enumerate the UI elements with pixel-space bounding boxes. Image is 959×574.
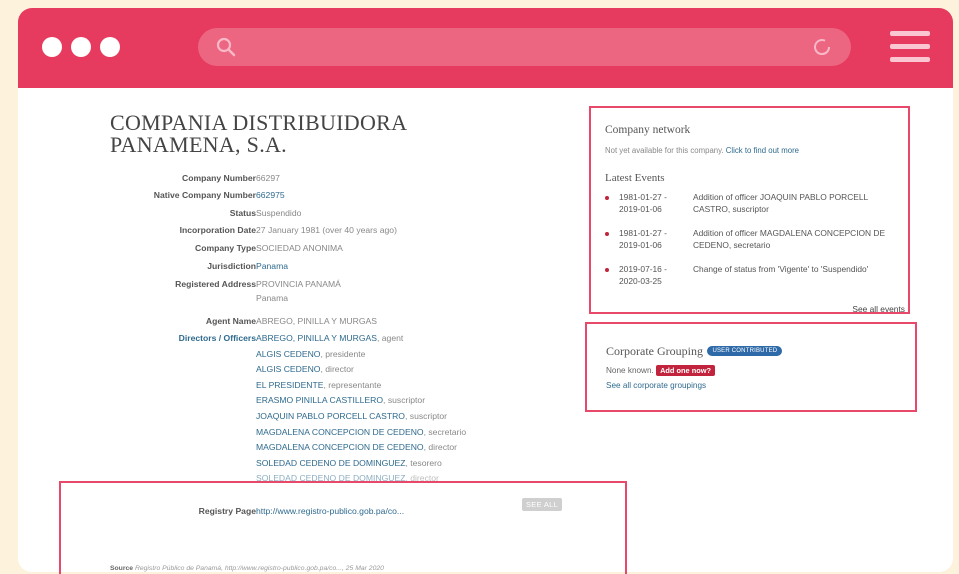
- directors-label: Directors / Officers: [178, 333, 256, 343]
- officer-item: ERASMO PINILLA CASTILLERO, suscriptor: [256, 393, 466, 409]
- officer-link[interactable]: ERASMO PINILLA CASTILLERO: [256, 395, 383, 405]
- officer-role: , suscriptor: [405, 410, 448, 421]
- address-bar[interactable]: [198, 28, 851, 66]
- status-value: Suspendido: [256, 208, 302, 218]
- officer-item: EL PRESIDENTE, representante: [256, 378, 466, 394]
- window-close-dot[interactable]: [42, 37, 62, 57]
- officer-item: ALGIS CEDENO, director: [256, 362, 466, 378]
- company-title: COMPANIA DISTRIBUIDORA PANAMENA, S.A.: [110, 112, 580, 156]
- native-number-label: Native Company Number: [153, 190, 256, 200]
- officer-link[interactable]: EL PRESIDENTE: [256, 380, 324, 390]
- company-title-line1: COMPANIA DISTRIBUIDORA: [110, 110, 408, 135]
- reload-icon[interactable]: [810, 35, 834, 59]
- officer-item: MAGDALENA CONCEPCION DE CEDENO, secretar…: [256, 425, 466, 441]
- officer-role: , director: [320, 364, 354, 375]
- highlight-box-network: [589, 106, 910, 314]
- officer-link[interactable]: MAGDALENA CONCEPCION DE CEDENO: [256, 442, 424, 452]
- officer-role: , tesorero: [405, 457, 442, 468]
- officer-item: ALGIS CEDENO, presidente: [256, 347, 466, 363]
- address-line2: Panama: [256, 293, 289, 303]
- company-type-value: SOCIEDAD ANONIMA: [256, 243, 343, 253]
- officer-link[interactable]: JOAQUIN PABLO PORCELL CASTRO: [256, 411, 405, 421]
- search-icon[interactable]: [214, 35, 238, 59]
- officer-link[interactable]: ABREGO, PINILLA Y MURGAS: [256, 333, 377, 343]
- officer-item: JOAQUIN PABLO PORCELL CASTRO, suscriptor: [256, 409, 466, 425]
- native-number-link[interactable]: 662975: [256, 190, 285, 200]
- officer-role: , presidente: [320, 348, 366, 359]
- jurisdiction-link[interactable]: Panama: [256, 261, 288, 271]
- address-label: Registered Address: [175, 279, 256, 289]
- company-number-label: Company Number: [181, 173, 256, 183]
- officer-role: , director: [423, 442, 458, 453]
- jurisdiction-label: Jurisdiction: [207, 261, 256, 271]
- highlight-box-registry: [59, 481, 627, 574]
- officer-link[interactable]: ALGIS CEDENO: [256, 364, 320, 374]
- officer-role: , representante: [323, 379, 382, 390]
- browser-titlebar: [18, 8, 953, 88]
- agent-value: ABREGO, PINILLA Y MURGAS: [256, 316, 377, 326]
- agent-label: Agent Name: [205, 316, 256, 326]
- officer-list: ABREGO, PINILLA Y MURGAS, agent ALGIS CE…: [256, 331, 466, 487]
- incorporation-label: Incorporation Date: [179, 225, 256, 235]
- address-line1: PROVINCIA PANAMÁ: [256, 279, 341, 289]
- company-details: COMPANIA DISTRIBUIDORA PANAMENA, S.A. Co…: [110, 112, 580, 517]
- window-minimize-dot[interactable]: [71, 37, 91, 57]
- company-title-line2: PANAMENA, S.A.: [110, 132, 287, 157]
- officer-role: , suscriptor: [383, 395, 426, 406]
- officer-item: MAGDALENA CONCEPCION DE CEDENO, director: [256, 440, 466, 456]
- officer-link[interactable]: SOLEDAD CEDENO DE DOMINGUEZ: [256, 458, 405, 468]
- incorporation-value: 27 January 1981 (over 40 years ago): [256, 225, 397, 235]
- officer-role: , secretario: [423, 426, 467, 437]
- highlight-box-grouping: [585, 322, 917, 412]
- officer-item: SOLEDAD CEDENO DE DOMINGUEZ, tesorero: [256, 456, 466, 472]
- menu-icon[interactable]: [890, 31, 930, 65]
- company-number-value: 66297: [256, 173, 280, 183]
- officer-link[interactable]: ALGIS CEDENO: [256, 349, 320, 359]
- officer-link[interactable]: MAGDALENA CONCEPCION DE CEDENO: [256, 427, 424, 437]
- address-value: PROVINCIA PANAMÁ Panama: [256, 277, 341, 305]
- status-label: Status: [229, 208, 256, 218]
- officer-role: , agent: [377, 333, 404, 343]
- company-type-label: Company Type: [195, 243, 256, 253]
- officer-item: ABREGO, PINILLA Y MURGAS, agent: [256, 331, 466, 347]
- window-maximize-dot[interactable]: [100, 37, 120, 57]
